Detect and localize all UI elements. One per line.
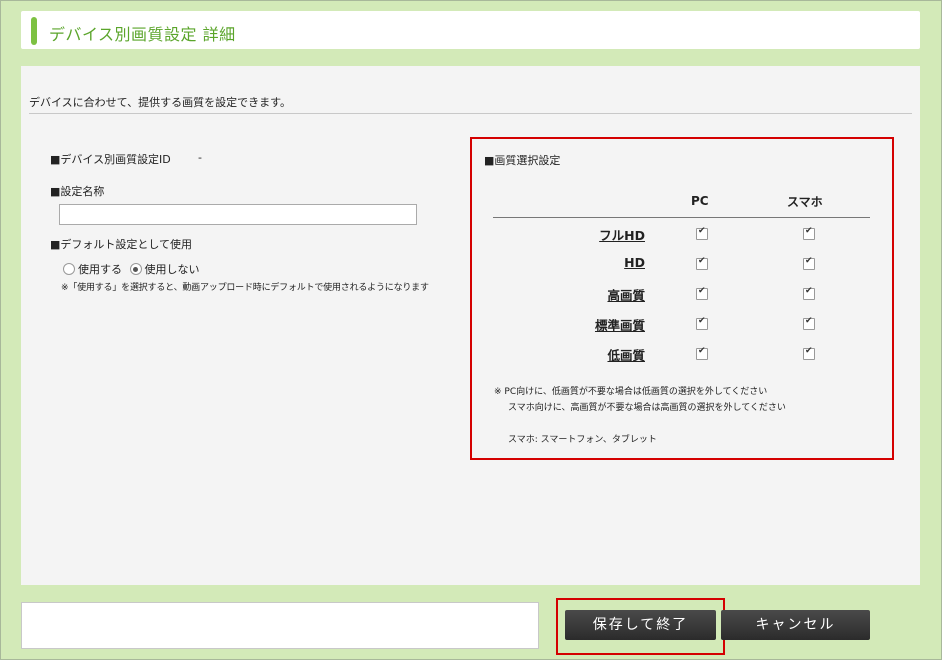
default-use-label: ■デフォルト設定として使用	[50, 238, 193, 251]
smartphone-checkbox[interactable]	[803, 346, 815, 360]
quality-heading: ■画質選択設定	[484, 154, 561, 167]
quality-name-link[interactable]: HD	[624, 255, 645, 270]
column-header-pc: PC	[691, 194, 709, 208]
quality-note-smartphone: スマホ向けに、高画質が不要な場合は高画質の選択を外してください	[508, 403, 786, 413]
quality-note-pc: ※ PC向けに、低画質が不要な場合は低画質の選択を外してください	[494, 387, 768, 397]
pc-checkbox[interactable]	[696, 226, 708, 240]
column-header-smartphone: スマホ	[787, 195, 823, 209]
quality-row: 低画質	[472, 345, 892, 365]
divider	[29, 113, 912, 114]
quality-name-link[interactable]: 高画質	[607, 285, 645, 304]
quality-row: 標準画質	[472, 315, 892, 335]
smartphone-checkbox[interactable]	[803, 256, 815, 270]
radio-use-label: 使用する	[78, 263, 122, 276]
quality-name-link[interactable]: 低画質	[607, 345, 645, 364]
radio-not-use[interactable]	[129, 263, 142, 275]
quality-name-link[interactable]: フルHD	[599, 225, 645, 244]
quality-row: フルHD	[472, 225, 892, 245]
settings-panel: デバイスに合わせて、提供する画質を設定できます。 ■デバイス別画質設定ID - …	[21, 66, 920, 585]
title-accent-bar	[31, 17, 37, 45]
pc-checkbox[interactable]	[696, 346, 708, 360]
table-header-divider	[493, 217, 870, 218]
quality-note-definition: スマホ: スマートフォン、タブレット	[508, 435, 657, 445]
save-and-exit-button[interactable]: 保存して終了	[565, 610, 716, 640]
quality-row: HD	[472, 255, 892, 275]
radio-not-use-label: 使用しない	[144, 263, 200, 276]
intro-text: デバイスに合わせて、提供する画質を設定できます。	[29, 96, 292, 109]
quality-row: 高画質	[472, 285, 892, 305]
smartphone-checkbox[interactable]	[803, 286, 815, 300]
setting-id-label: ■デバイス別画質設定ID	[50, 153, 171, 166]
setting-name-label: ■設定名称	[50, 185, 105, 198]
cancel-button[interactable]: キャンセル	[721, 610, 870, 640]
default-radio-group: 使用する 使用しない	[63, 261, 204, 277]
radio-use[interactable]	[63, 263, 75, 275]
quality-settings-box: ■画質選択設定 PC スマホ フルHD HD 高画質 標準画質 低画質	[470, 137, 894, 460]
default-note: ※「使用する」を選択すると、動画アップロード時にデフォルトで使用されるようになり…	[61, 283, 429, 293]
pc-checkbox[interactable]	[696, 256, 708, 270]
pc-checkbox[interactable]	[696, 316, 708, 330]
title-bar: デバイス別画質設定 詳細	[21, 11, 920, 49]
pc-checkbox[interactable]	[696, 286, 708, 300]
setting-name-input[interactable]	[59, 204, 417, 225]
bottom-message-area	[21, 602, 539, 649]
page-title: デバイス別画質設定 詳細	[49, 25, 236, 44]
smartphone-checkbox[interactable]	[803, 316, 815, 330]
quality-name-link[interactable]: 標準画質	[595, 315, 645, 334]
smartphone-checkbox[interactable]	[803, 226, 815, 240]
setting-id-value: -	[198, 151, 202, 164]
